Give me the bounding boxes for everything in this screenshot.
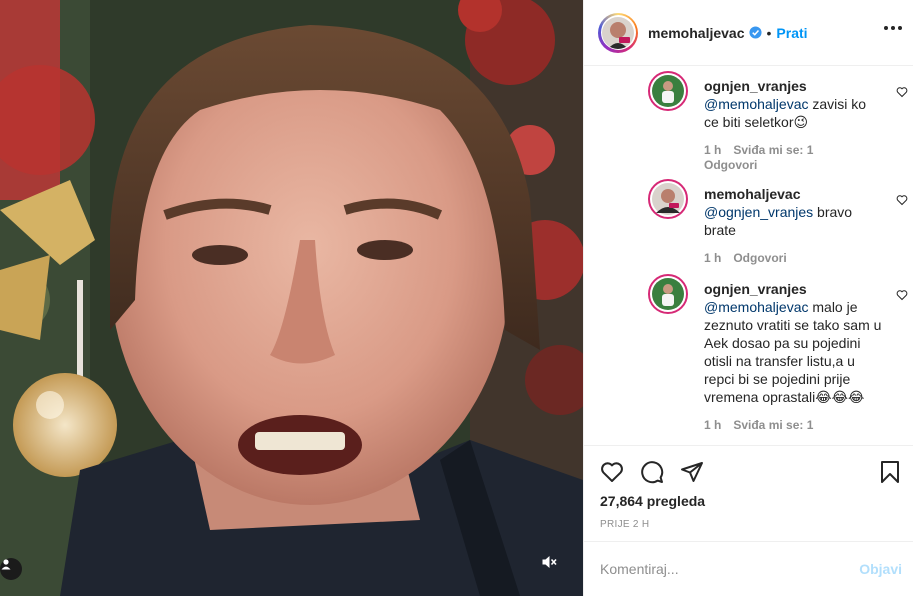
separator-dot: • — [766, 24, 772, 41]
comment-username[interactable]: ognjen_vranjes — [704, 280, 884, 298]
instagram-post-view: memohaljevac • Prati ognjen_vranjes @mem… — [0, 0, 913, 596]
comment-time[interactable]: 1 h — [704, 143, 721, 157]
mute-icon[interactable] — [541, 554, 563, 576]
post-video[interactable] — [0, 0, 583, 596]
comment-mention[interactable]: @memohaljevac — [704, 96, 808, 112]
comment-username[interactable]: ognjen_vranjes — [704, 77, 884, 95]
more-options-icon[interactable] — [884, 26, 902, 30]
post-comment-button[interactable]: Objavi — [859, 561, 902, 577]
author-avatar[interactable] — [598, 12, 638, 53]
verified-badge-icon — [748, 26, 762, 39]
commenter-avatar[interactable] — [648, 274, 688, 314]
view-count[interactable]: 27,864 pregleda — [600, 493, 705, 509]
follow-button[interactable]: Prati — [776, 25, 807, 41]
post-side-panel: memohaljevac • Prati ognjen_vranjes @mem… — [583, 0, 913, 596]
reply-button[interactable]: Odgovori — [733, 251, 786, 265]
commenter-avatar[interactable] — [648, 71, 688, 111]
like-comment-heart-icon[interactable] — [896, 288, 908, 306]
author-avatar-image — [602, 16, 634, 49]
comment-time[interactable]: 1 h — [704, 418, 721, 432]
comment-username[interactable]: memohaljevac — [704, 185, 884, 203]
heart-icon[interactable] — [600, 460, 624, 489]
comment-meta: 1 h Sviđa mi se: 1 — [704, 418, 884, 433]
comment-input[interactable] — [600, 561, 860, 577]
comment-likes[interactable]: Sviđa mi se: 1 — [733, 143, 813, 157]
comment-time[interactable]: 1 h — [704, 251, 721, 265]
save-icon[interactable] — [878, 460, 902, 489]
like-comment-heart-icon[interactable] — [896, 193, 908, 211]
like-comment-heart-icon[interactable] — [896, 85, 908, 103]
comment-mention[interactable]: @memohaljevac — [704, 299, 808, 315]
comment-likes[interactable]: Sviđa mi se: 1 — [733, 418, 813, 432]
comment-mention[interactable]: @ognjen_vranjes — [704, 204, 813, 220]
reply-button[interactable]: Odgovori — [704, 158, 884, 173]
commenter-avatar[interactable] — [648, 179, 688, 219]
share-icon[interactable] — [680, 460, 704, 489]
comment-meta: 1 h Odgovori — [704, 251, 884, 266]
user-tag-icon[interactable] — [0, 558, 22, 580]
comment-icon[interactable] — [640, 460, 664, 489]
comment-composer: Objavi — [584, 541, 913, 596]
comments-list: ognjen_vranjes @memohaljevac zavisi ko c… — [584, 67, 913, 445]
author-username[interactable]: memohaljevac — [648, 25, 745, 41]
post-time[interactable]: PRIJE 2 H — [600, 519, 649, 530]
post-actions: 27,864 pregleda PRIJE 2 H — [584, 445, 913, 541]
post-header: memohaljevac • Prati — [584, 0, 913, 66]
comment-meta: 1 h Sviđa mi se: 1 Odgovori — [704, 143, 884, 173]
video-frame — [0, 0, 583, 596]
